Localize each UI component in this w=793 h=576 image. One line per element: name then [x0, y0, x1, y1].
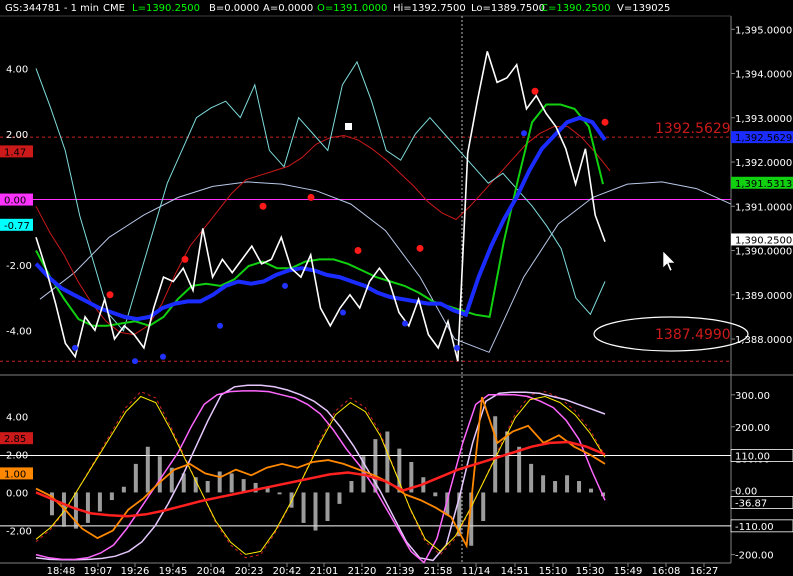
price-right-tick: 1,390.0000 [735, 247, 792, 258]
signal-dot-blue [340, 309, 346, 316]
osc-right-tick: 300.00 [735, 391, 770, 402]
price-left-tick: 4.00 [6, 64, 28, 75]
header-symbol: GS:344781 - 1 min [5, 3, 99, 14]
price-right-tick: 1,391.0000 [735, 202, 792, 213]
time-tick-label: 19:07 [84, 566, 113, 576]
header-open: O=1391.0000 [317, 3, 387, 14]
cyan-line [35, 60, 606, 332]
time-tick-label: 21:39 [386, 566, 415, 576]
osc-right-tick: 200.00 [735, 423, 770, 434]
header-last: L=1390.2500 [132, 3, 200, 14]
signal-dot-blue [282, 282, 288, 289]
signal-dot-blue [72, 344, 78, 351]
osc-right-tick: -200.00 [735, 551, 774, 562]
time-tick-label: 19:26 [121, 566, 150, 576]
osc-left-marker: 2.85 [4, 434, 26, 445]
price-right-tick: 1,394.0000 [735, 70, 792, 81]
header-high: Hi=1392.7500 [393, 3, 466, 14]
price-right-tick: 1,393.0000 [735, 114, 792, 125]
signal-dot-red [259, 202, 267, 210]
signal-dot-blue [402, 320, 408, 327]
time-tick-label: 21:20 [348, 566, 377, 576]
signal-dot-red [181, 255, 189, 263]
time-tick-label: 16:08 [652, 566, 681, 576]
price-right-marker: 1,390.2500 [735, 235, 792, 246]
price-left-marker: -0.77 [4, 221, 30, 232]
header-ask: A=0.0000 [263, 3, 313, 14]
osc-right-tick: 0.00 [735, 487, 757, 498]
blue-ma-line [34, 115, 607, 322]
header-exchange: CME [103, 3, 125, 14]
osc-right-marker: -110.00 [735, 522, 774, 533]
price-left-tick: -4.00 [6, 327, 32, 338]
osc-left-tick: 4.00 [6, 412, 28, 423]
green-ma-line [35, 103, 604, 327]
signal-dot-blue [521, 130, 527, 137]
signal-dot-red [416, 244, 424, 252]
osc-left-tick: -2.00 [6, 527, 32, 538]
time-tick-label: 20:04 [197, 566, 226, 576]
level-label-lower: 1387.4990 [655, 327, 731, 343]
osc-right-marker: 110.00 [735, 452, 770, 463]
signal-dot-blue [160, 353, 166, 360]
time-tick-label: 21:01 [310, 566, 339, 576]
signal-dot-blue [454, 344, 460, 351]
price-left-marker: 0.00 [4, 196, 26, 207]
time-tick-label: 20:42 [273, 566, 302, 576]
signal-dot-red [601, 118, 609, 126]
time-tick-label: 14:51 [501, 566, 530, 576]
osc-left-marker: 1.00 [4, 469, 26, 480]
arc-curve [39, 181, 732, 353]
signal-dot-blue [132, 358, 138, 365]
signal-dot-blue [217, 322, 223, 329]
signal-dot-red [106, 291, 114, 299]
price-right-tick: 1,389.0000 [735, 291, 792, 302]
signal-dot-red [307, 193, 315, 201]
chart-window: GS:344781 - 1 min CME L=1390.2500 B=0.0000 A… [0, 0, 793, 576]
time-tick-label: 16:27 [690, 566, 719, 576]
time-tick-label: 21:58 [424, 566, 453, 576]
price-right-tick: 1,388.0000 [735, 335, 792, 346]
price-right-marker: 1,391.5313 [735, 179, 792, 190]
time-tick-label: 15:10 [539, 566, 568, 576]
time-tick-label: 15:30 [576, 566, 605, 576]
price-left-tick: 2.00 [6, 130, 28, 141]
price-left-tick: -2.00 [6, 261, 32, 272]
header-volume: V=139025 [617, 3, 670, 14]
time-tick-label: 19:45 [159, 566, 188, 576]
time-tick-label: 18:48 [47, 566, 76, 576]
header-bid: B=0.0000 [209, 3, 259, 14]
time-tick-label: 20:23 [235, 566, 264, 576]
chart-canvas: GS:344781 - 1 min CME L=1390.2500 B=0.0000 A… [0, 3, 793, 576]
signal-dot-red [354, 247, 362, 255]
price-right-marker: 1,392.5629 [735, 133, 792, 144]
signal-dot-red [531, 87, 539, 95]
marker-square [345, 123, 352, 130]
price-left-marker: 1.47 [4, 147, 26, 158]
osc-right-marker: -36.87 [735, 498, 767, 509]
time-tick-label: 11/14 [462, 566, 491, 576]
price-right-tick: 1,392.0000 [735, 158, 792, 169]
header-low: Lo=1389.7500 [471, 3, 545, 14]
price-right-tick: 1,395.0000 [735, 25, 792, 36]
osc-left-tick: 2.00 [6, 450, 28, 461]
time-tick-label: 15:49 [614, 566, 643, 576]
level-label-upper: 1392.5629 [655, 121, 731, 137]
mouse-cursor-icon [662, 250, 676, 272]
osc-left-tick: 0.00 [6, 488, 28, 499]
header-close: C=1390.2500 [541, 3, 610, 14]
